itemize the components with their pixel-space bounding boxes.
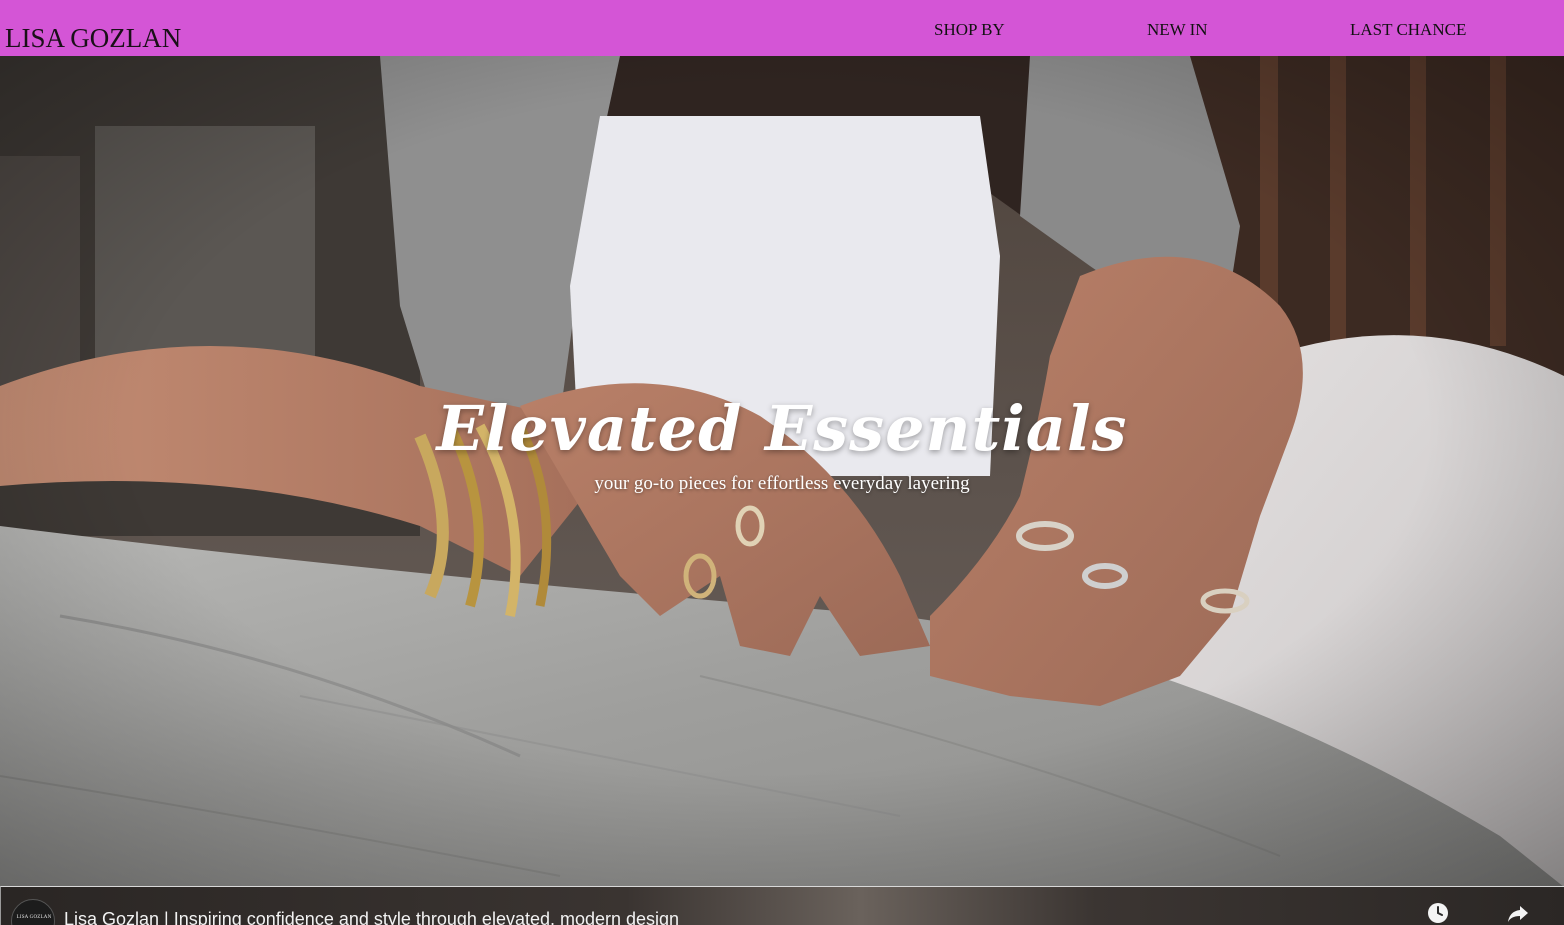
hero-subtitle: your go-to pieces for effortless everyda…: [594, 473, 970, 494]
channel-avatar[interactable]: LISA GOZLAN: [11, 899, 55, 925]
channel-avatar-label: LISA GOZLAN: [16, 915, 52, 920]
hero-title: Elevated Essentials: [436, 392, 1128, 465]
nav-shop-by[interactable]: SHOP BY: [934, 20, 1005, 40]
video-title[interactable]: Lisa Gozlan | Inspiring confidence and s…: [64, 907, 679, 925]
site-logo[interactable]: LISA GOZLAN: [5, 22, 181, 54]
site-header: LISA GOZLAN SHOP BY NEW IN LAST CHANCE: [0, 0, 1564, 56]
nav-last-chance[interactable]: LAST CHANCE: [1350, 20, 1466, 40]
video-embed-bar[interactable]: LISA GOZLAN Lisa Gozlan | Inspiring conf…: [0, 886, 1564, 925]
clock-icon[interactable]: [1426, 901, 1450, 925]
hero-banner: Elevated Essentials your go-to pieces fo…: [0, 56, 1564, 887]
nav-new-in[interactable]: NEW IN: [1147, 20, 1208, 40]
share-icon[interactable]: [1506, 901, 1530, 925]
